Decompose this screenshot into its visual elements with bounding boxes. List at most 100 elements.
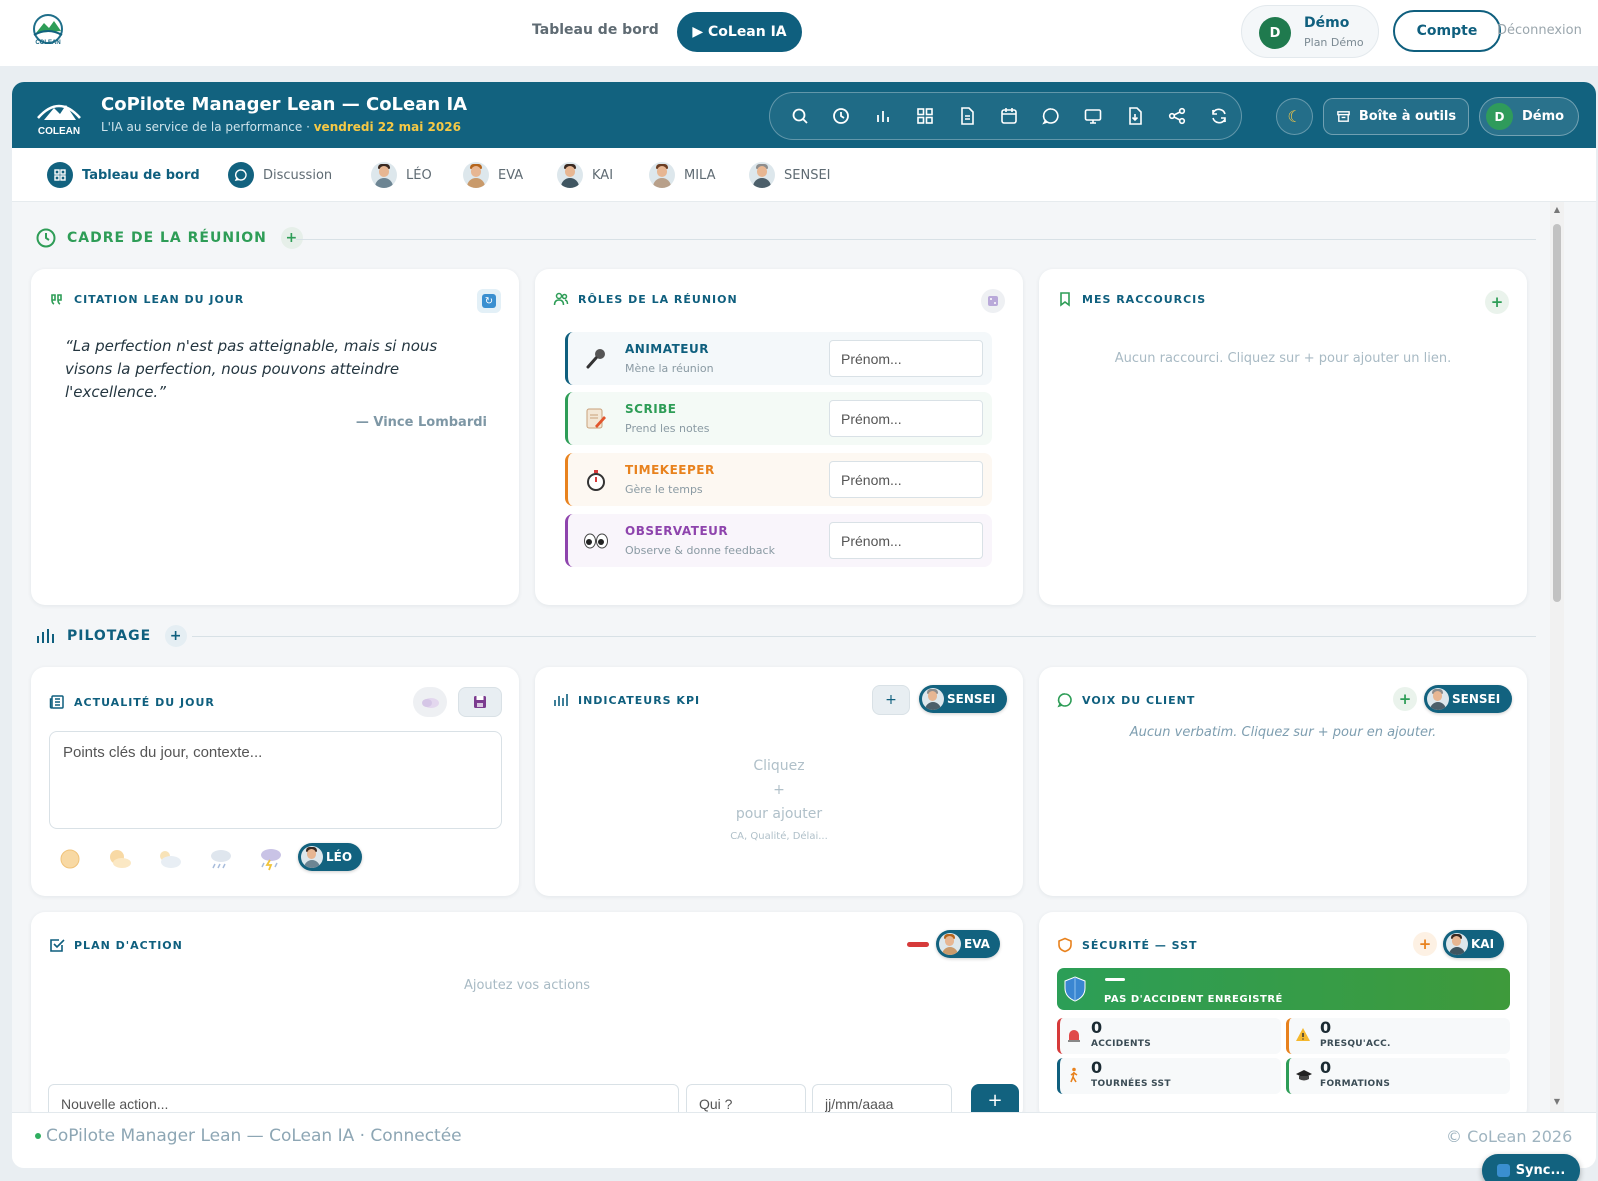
card-title: MES RACCOURCIS: [1082, 292, 1207, 306]
app-header: COLEAN CoPilote Manager Lean — CoLean IA…: [12, 82, 1596, 148]
toolbox-button[interactable]: Boîte à outils: [1323, 98, 1469, 135]
sun-icon[interactable]: [55, 844, 85, 874]
shortcuts-card: MES RACCOURCIS + Aucun raccourci. Clique…: [1039, 269, 1527, 605]
sun-cloud-icon[interactable]: [105, 844, 135, 874]
scrollbar-thumb[interactable]: [1553, 224, 1561, 602]
scroll-down-icon[interactable]: ▼: [1553, 1098, 1561, 1106]
microphone-icon: [582, 345, 610, 373]
stat-label: ACCIDENTS: [1091, 1039, 1151, 1049]
card-title: CITATION LEAN DU JOUR: [74, 292, 245, 306]
toolbar-icons: [769, 92, 1242, 140]
history-icon[interactable]: [831, 106, 851, 126]
owner-name: KAI: [1471, 937, 1495, 951]
scroll-up-icon[interactable]: ▲: [1553, 206, 1561, 214]
tab-dashboard[interactable]: Tableau de bord: [47, 161, 200, 189]
colean-logo[interactable]: COLEAN: [28, 13, 68, 47]
user-menu[interactable]: D Démo Plan Démo: [1241, 5, 1379, 58]
card-title: ACTUALITÉ DU JOUR: [74, 695, 215, 709]
svg-text:COLEAN: COLEAN: [35, 40, 60, 46]
header-user-button[interactable]: D Démo: [1479, 97, 1579, 136]
tab-mila[interactable]: MILA: [649, 161, 715, 189]
owner-badge[interactable]: SENSEI: [1424, 685, 1513, 713]
card-title: SÉCURITÉ — SST: [1082, 938, 1198, 952]
chat-icon[interactable]: [1041, 106, 1061, 126]
siren-icon: [1066, 1027, 1082, 1047]
owner-badge[interactable]: SENSEI: [919, 685, 1008, 713]
footer: CoPilote Manager Lean — CoLean IA · Conn…: [12, 1112, 1596, 1168]
role-observateur-input[interactable]: [829, 522, 983, 559]
rain-icon[interactable]: [205, 844, 235, 874]
avatar: [371, 162, 397, 188]
calendar-icon[interactable]: [999, 106, 1019, 126]
refresh-icon[interactable]: [1209, 106, 1229, 126]
logout-link[interactable]: Déconnexion: [1497, 23, 1582, 38]
account-button[interactable]: Compte: [1393, 10, 1501, 52]
save-icon[interactable]: [458, 687, 502, 717]
memo-icon: [582, 405, 610, 433]
news-textarea[interactable]: [49, 731, 502, 829]
dashboard-link[interactable]: Tableau de bord: [532, 22, 659, 38]
stat-label: PRESQU'ACC.: [1320, 1039, 1391, 1049]
owner-badge[interactable]: LÉO: [298, 843, 363, 871]
add-shortcut-button[interactable]: +: [1485, 290, 1509, 314]
monitor-icon[interactable]: [1083, 106, 1103, 126]
tab-leo[interactable]: LÉO: [371, 161, 432, 189]
avatar: [301, 846, 323, 868]
colean-ia-button[interactable]: ▶ CoLean IA: [677, 12, 802, 52]
owner-badge[interactable]: EVA: [936, 930, 1000, 958]
tab-sensei[interactable]: SENSEI: [749, 161, 831, 189]
role-desc: Gère le temps: [625, 483, 703, 496]
voice-empty: Aucun verbatim. Cliquez sur + pour en aj…: [1129, 725, 1437, 740]
add-verbatim-button[interactable]: +: [1393, 687, 1417, 711]
card-header: MES RACCOURCIS: [1057, 291, 1206, 307]
divider: [192, 636, 1536, 637]
cloud-sun-icon[interactable]: [155, 844, 185, 874]
divider: [296, 239, 1536, 240]
add-section-button[interactable]: +: [165, 625, 188, 647]
scrollbar[interactable]: ▲ ▼: [1550, 202, 1564, 1112]
stat-value: 0: [1091, 1058, 1103, 1077]
stat-label: FORMATIONS: [1320, 1079, 1391, 1089]
archive-icon: [1337, 111, 1350, 122]
checkbox-icon: [50, 939, 65, 952]
role-animateur-input[interactable]: [829, 340, 983, 377]
role-timekeeper-input[interactable]: [829, 461, 983, 498]
avatar: [649, 162, 675, 188]
avatar: D: [1259, 17, 1291, 49]
online-dot-icon: [35, 1133, 41, 1139]
add-section-button[interactable]: +: [280, 227, 303, 249]
moon-icon[interactable]: ☾: [1276, 98, 1313, 135]
refresh-quote-icon[interactable]: ↻: [477, 289, 501, 313]
cloud-icon[interactable]: [413, 687, 447, 717]
avatar: [749, 162, 775, 188]
role-desc: Mène la réunion: [625, 362, 714, 375]
search-icon[interactable]: [790, 106, 810, 126]
share-icon[interactable]: [1167, 106, 1187, 126]
quote-icon: [51, 294, 62, 305]
card-title: VOIX DU CLIENT: [1082, 693, 1196, 707]
download-icon[interactable]: [1125, 106, 1145, 126]
warning-icon: [1295, 1027, 1311, 1047]
tab-kai[interactable]: KAI: [557, 161, 613, 189]
safety-banner: PAS D'ACCIDENT ENREGISTRÉ: [1057, 968, 1510, 1010]
add-kpi-button[interactable]: +: [872, 685, 910, 715]
tab-discussion[interactable]: Discussion: [228, 161, 332, 189]
avatar: [1427, 688, 1449, 710]
dice-icon[interactable]: [981, 289, 1005, 313]
tab-label: KAI: [592, 167, 614, 183]
document-icon[interactable]: [957, 106, 977, 126]
card-header: ACTUALITÉ DU JOUR: [49, 694, 215, 710]
role-name: OBSERVATEUR: [625, 524, 729, 538]
chart-icon[interactable]: [873, 106, 893, 126]
grid-icon[interactable]: [915, 106, 935, 126]
role-scribe-input[interactable]: [829, 400, 983, 437]
owner-badge[interactable]: KAI: [1443, 930, 1505, 958]
sync-button[interactable]: Sync...: [1482, 1154, 1580, 1181]
tab-eva[interactable]: EVA: [463, 161, 523, 189]
owner-name: SENSEI: [1452, 692, 1501, 706]
storm-icon[interactable]: [255, 844, 285, 874]
bookmark-icon: [1060, 292, 1070, 307]
safety-status: PAS D'ACCIDENT ENREGISTRÉ: [1104, 994, 1283, 1005]
add-safety-button[interactable]: +: [1413, 932, 1437, 956]
tab-label: SENSEI: [784, 167, 831, 183]
